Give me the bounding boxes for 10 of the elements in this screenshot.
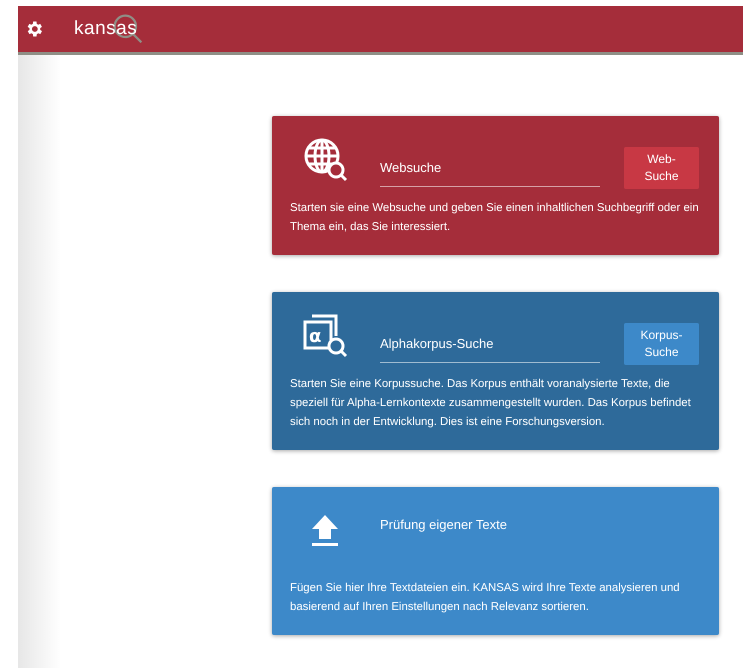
search-button[interactable]: Web-Suche (624, 147, 699, 189)
search-field[interactable]: Alphakorpus-Suche (380, 312, 600, 363)
globe-search-icon (302, 136, 348, 182)
app-logo: kansas (74, 12, 146, 46)
search-field[interactable]: Websuche (380, 136, 600, 187)
upload-title: Prüfung eigener Texte (380, 517, 507, 532)
card-description: Starten sie eine Websuche und geben Sie einen inhaltlichen Suchbegriff oder ein Thema ein, das Sie interessiert. (290, 201, 700, 235)
search-button[interactable]: Korpus-Suche (624, 323, 699, 365)
card-description: Starten Sie eine Korpussuche. Das Korpus enthält voranalysierte Texte, die speziell für Alpha-Lernkontexte zusammengestellt wurden. Das Korpus befindet sich noch in der Entwicklung. Dies ist eine Forschungsversion. (290, 377, 692, 430)
card-description: Fügen Sie hier Ihre Textdateien ein. KANSAS wird Ihre Texte analysieren und basierend auf Ihren Einstellungen nach Relevanz sortieren. (290, 581, 681, 615)
